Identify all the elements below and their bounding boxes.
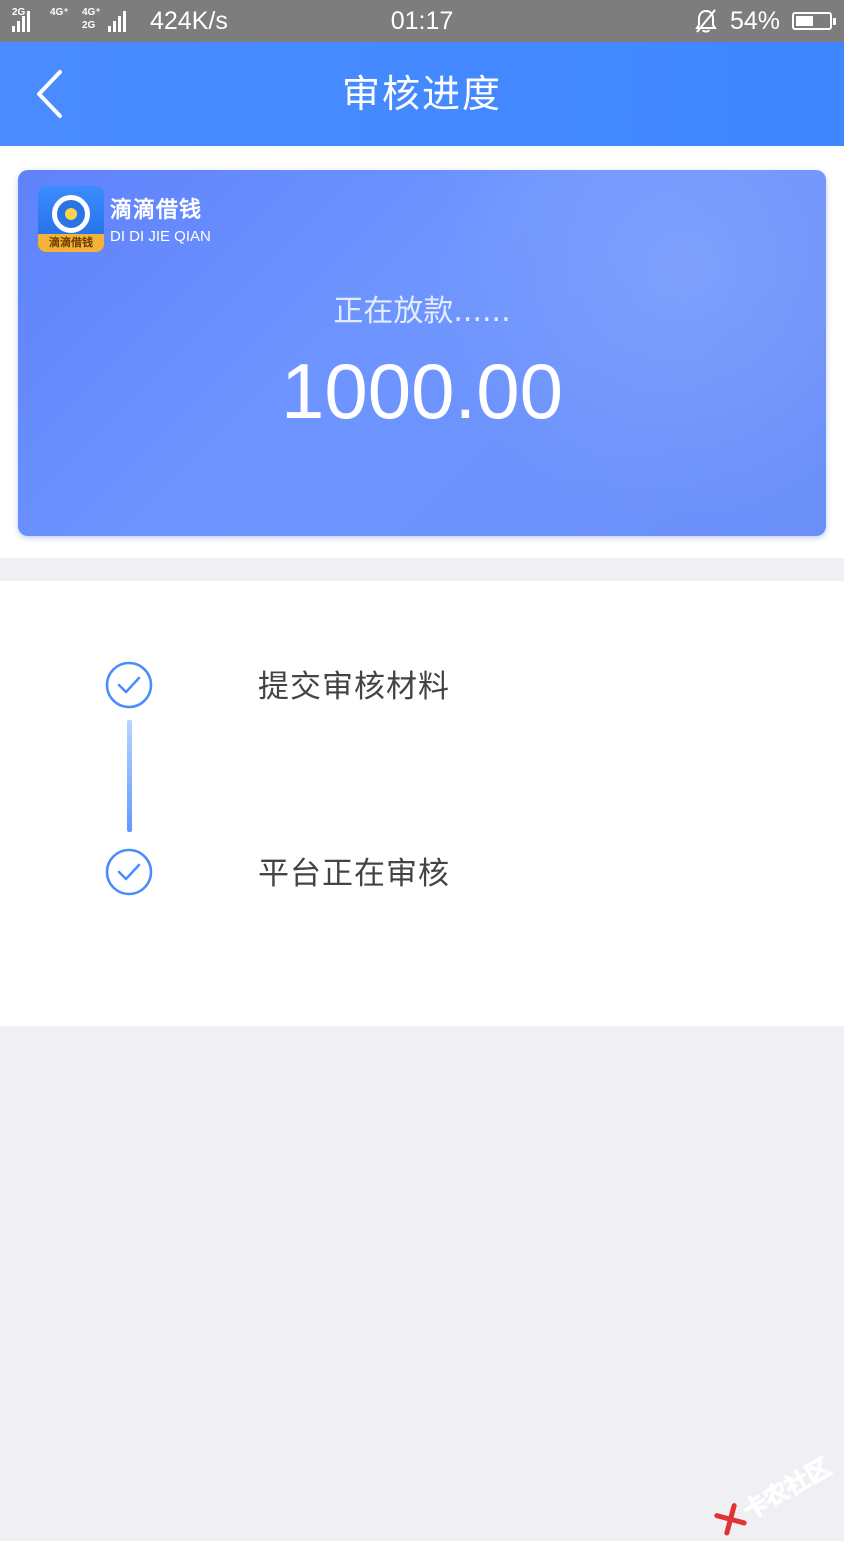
status-bar: 2G 4G⁺ 4G⁺ 2G 424K/s 01:17 54% xyxy=(0,0,844,42)
card-section: 滴滴借钱 滴滴借钱 DI DI JIE QIAN 正在放款...... 1000… xyxy=(0,146,844,558)
progress-step: 平台正在审核 xyxy=(0,848,844,908)
step-label: 提交审核材料 xyxy=(258,669,450,705)
watermark-text: 卡农社区 xyxy=(738,1452,836,1526)
battery-icon xyxy=(792,12,836,30)
logo-band-text: 滴滴借钱 xyxy=(38,234,104,252)
battery-percent: 54% xyxy=(729,7,780,35)
step-label: 平台正在审核 xyxy=(258,856,450,892)
progress-section: 提交审核材料 平台正在审核 xyxy=(0,581,844,1026)
status-right: 54% xyxy=(694,6,836,36)
loan-status-text: 正在放款...... xyxy=(333,294,511,329)
brand-name: 滴滴借钱 xyxy=(110,198,203,223)
nav-bar: 审核进度 xyxy=(0,42,844,146)
logo-ring-icon xyxy=(52,195,90,233)
app-logo: 滴滴借钱 xyxy=(38,186,104,252)
check-circle-icon xyxy=(105,848,153,896)
bell-muted-icon xyxy=(695,9,717,33)
loan-card: 滴滴借钱 滴滴借钱 DI DI JIE QIAN 正在放款...... 1000… xyxy=(18,170,826,536)
progress-step: 提交审核材料 xyxy=(0,661,844,721)
watermark: 卡农社区 xyxy=(709,1448,836,1541)
brand-pinyin: DI DI JIE QIAN xyxy=(110,228,211,245)
check-circle-icon xyxy=(105,661,153,709)
battery-fill xyxy=(796,16,813,26)
page-title: 审核进度 xyxy=(341,72,502,116)
step-connector xyxy=(127,720,132,832)
loan-amount: 1000.00 xyxy=(281,347,563,435)
